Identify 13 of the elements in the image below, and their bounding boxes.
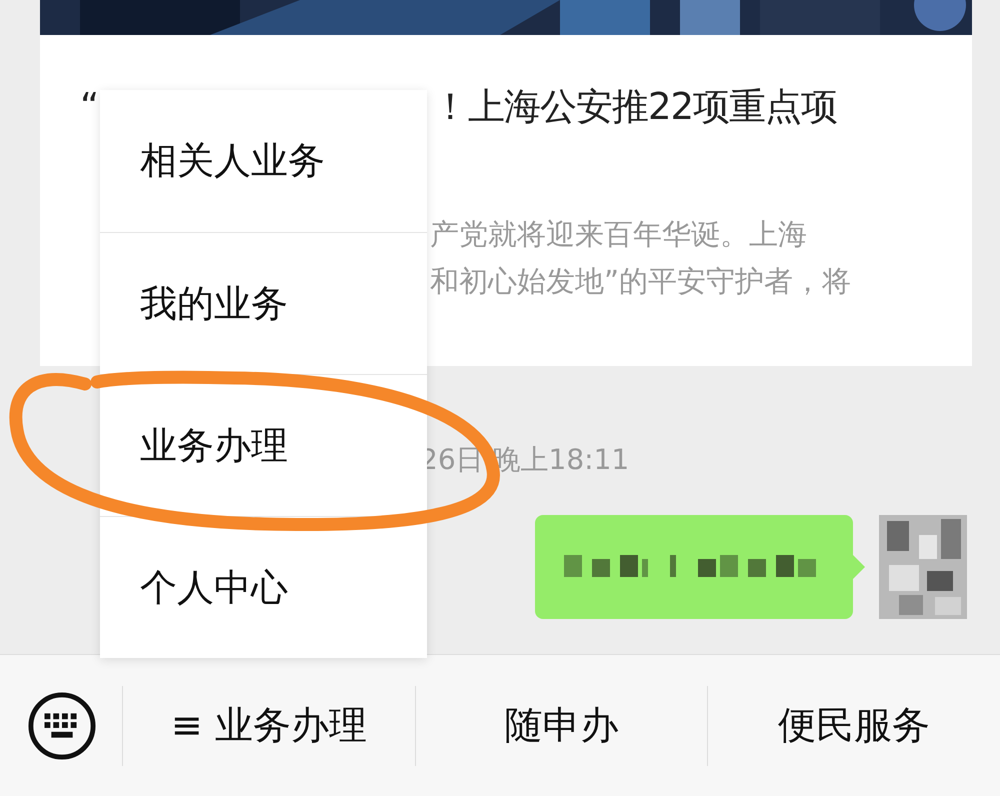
bubble-tail [853,555,865,579]
menu-tab[interactable]: 便民服务 [707,686,1000,766]
article-summary: 产党就将迎来百年华诞。上海 [430,216,807,253]
menu-tab[interactable]: ≡ 业务办理 [122,686,415,766]
menu-item[interactable]: 相关人业务 [100,90,427,232]
article-title: ！上海公安推22项重点项 [432,84,838,130]
keyboard-icon[interactable] [28,692,96,760]
message-bubble[interactable] [535,515,853,619]
menu-item[interactable]: 我的业务 [100,232,427,374]
menu-item[interactable]: 业务办理 [100,374,427,516]
article-title: “ [80,84,100,130]
menu-tab[interactable]: 随申办 [414,686,708,766]
article-summary: 和初心始发地”的平安守护者，将 [430,263,852,300]
